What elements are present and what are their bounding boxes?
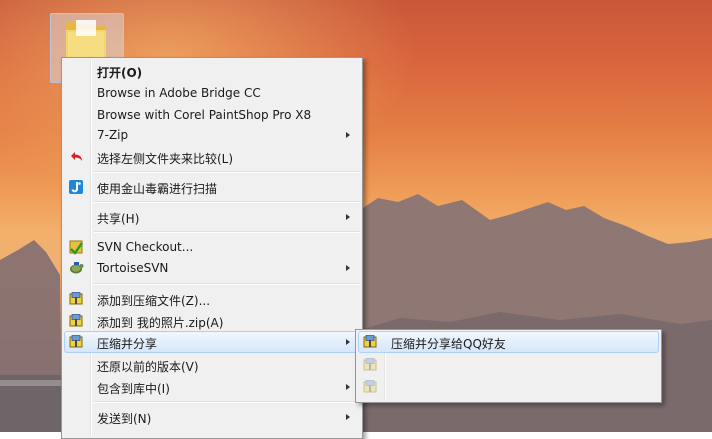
menu-item-label: 共享(H) [97,212,140,226]
menu-separator [94,201,360,203]
menu-item-label: 7-Zip [97,128,129,142]
menu-item-tortoisesvn[interactable]: TortoiseSVN [64,257,360,279]
menu-item-compare-left[interactable]: 选择左侧文件夹来比较(L) [64,146,360,168]
submenu-arrow-icon [346,339,350,345]
menu-item-label: TortoiseSVN [97,261,169,275]
svn-checkout-icon [69,240,83,255]
menu-item-7zip[interactable]: 7-Zip [64,124,360,146]
menu-item-label: 使用金山毒霸进行扫描 [97,182,218,196]
menu-item-send-to[interactable]: 发送到(N) [64,406,360,428]
submenu-item-disabled [358,354,659,376]
compress-share-submenu: 压缩并分享给QQ好友 [355,329,662,403]
menu-item-kingsoft-scan[interactable]: 使用金山毒霸进行扫描 [64,176,360,198]
menu-item-label: Browse with Corel PaintShop Pro X8 [97,108,312,122]
submenu-arrow-icon [346,214,350,220]
archive-icon [363,335,377,348]
red-undo-arrow-icon [71,152,82,161]
menu-item-label: 添加到 我的照片.zip(A) [97,316,224,330]
archive-icon [69,292,83,305]
menu-item-label: Browse in Adobe Bridge CC [97,86,261,100]
menu-item-browse-adobe-bridge[interactable]: Browse in Adobe Bridge CC [64,82,360,104]
submenu-item-label: 压缩并分享给QQ好友 [391,337,506,351]
submenu-arrow-icon [346,265,350,271]
menu-item-share[interactable]: 共享(H) [64,206,360,228]
menu-item-restore-previous[interactable]: 还原以前的版本(V) [64,354,360,376]
archive-icon [363,358,377,371]
menu-item-label: 包含到库中(I) [97,382,170,396]
archive-icon [69,314,83,327]
kingsoft-antivirus-icon [69,180,83,194]
menu-separator [94,283,360,285]
menu-separator [94,401,360,403]
menu-item-add-to-archive[interactable]: 添加到压缩文件(Z)... [64,288,360,310]
menu-item-add-to-zip[interactable]: 添加到 我的照片.zip(A) [64,310,360,332]
menu-item-label: SVN Checkout... [97,240,194,254]
submenu-arrow-icon [346,384,350,390]
submenu-item-disabled [358,376,659,398]
menu-item-label: 发送到(N) [97,412,152,426]
menu-item-open[interactable]: 打开(O) [64,60,360,82]
submenu-item-share-to-qq[interactable]: 压缩并分享给QQ好友 [358,331,659,353]
menu-item-label: 压缩并分享 [97,337,158,351]
menu-item-label: 打开(O) [97,66,143,80]
menu-item-include-in-library[interactable]: 包含到库中(I) [64,376,360,398]
menu-item-label: 添加到压缩文件(Z)... [97,294,211,308]
menu-item-svn-checkout[interactable]: SVN Checkout... [64,236,360,258]
submenu-arrow-icon [346,414,350,420]
menu-separator [94,171,360,173]
archive-icon [69,335,83,348]
submenu-arrow-icon [346,132,350,138]
menu-item-label: 还原以前的版本(V) [97,360,199,374]
archive-icon [363,380,377,393]
menu-item-compress-and-share[interactable]: 压缩并分享 [64,331,360,353]
context-menu: 打开(O) Browse in Adobe Bridge CC Browse w… [61,57,363,439]
menu-item-browse-paintshop[interactable]: Browse with Corel PaintShop Pro X8 [64,104,360,126]
tortoise-icon [70,262,84,274]
menu-separator [94,231,360,233]
menu-item-label: 选择左侧文件夹来比较(L) [97,152,234,166]
